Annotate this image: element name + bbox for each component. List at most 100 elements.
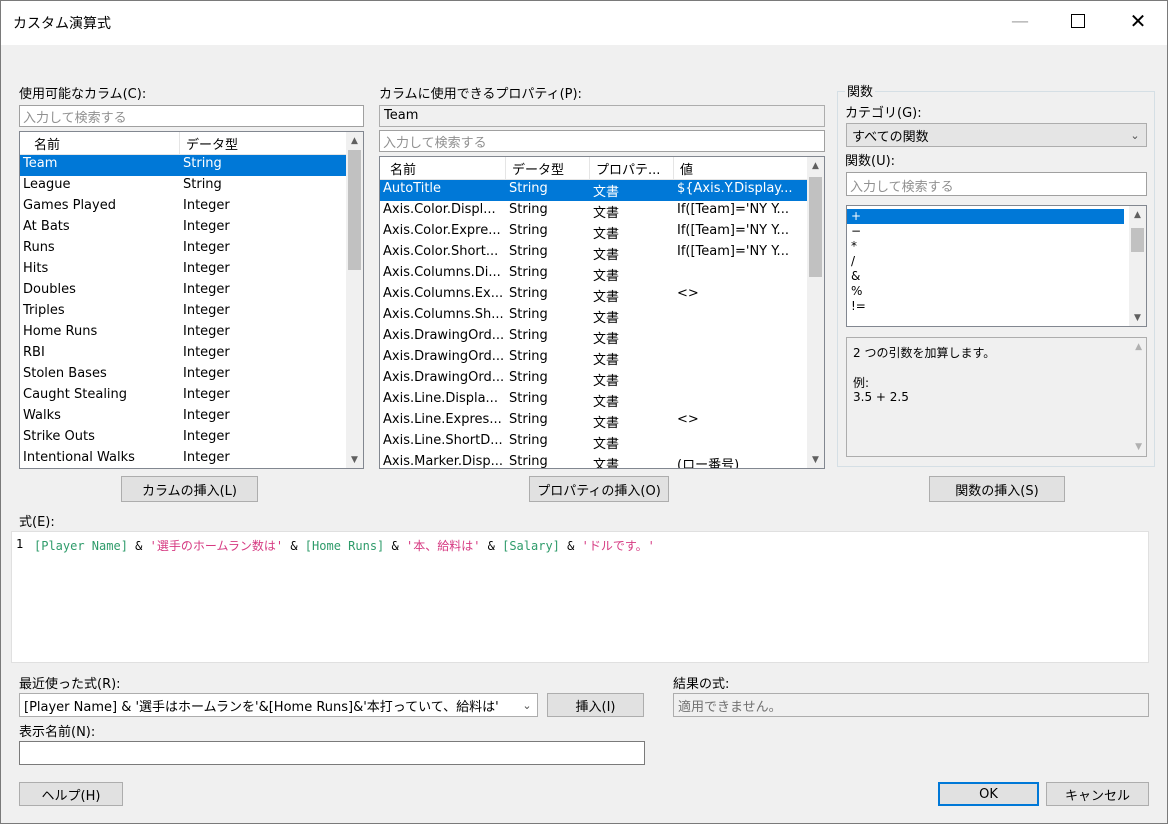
scroll-thumb[interactable] bbox=[348, 150, 361, 270]
scroll-down-icon[interactable]: ▼ bbox=[1129, 309, 1146, 326]
insert-function-button[interactable]: 関数の挿入(S) bbox=[929, 476, 1065, 502]
properties-list[interactable]: 名前 データ型 プロパテ... 値 AutoTitle String 文書 ${Axi… bbox=[379, 156, 825, 469]
property-cell: If([Team]='NY Y... bbox=[677, 202, 789, 217]
function-item[interactable]: & bbox=[847, 269, 1124, 284]
property-cell: Axis.Columns.Di... bbox=[383, 265, 501, 280]
column-row[interactable]: Strike Outs Integer bbox=[20, 428, 347, 449]
functions-scrollbar[interactable]: ▲ ▼ bbox=[1129, 206, 1146, 326]
column-row[interactable]: Runs Integer bbox=[20, 239, 347, 260]
insert-property-button[interactable]: プロパティの挿入(O) bbox=[529, 476, 669, 502]
property-cell: String bbox=[509, 412, 548, 427]
property-row[interactable]: Axis.DrawingOrd... String 文書 bbox=[380, 369, 808, 390]
column-row[interactable]: Hits Integer bbox=[20, 260, 347, 281]
property-cell: Axis.Marker.Disp... bbox=[383, 454, 504, 469]
property-cell: Axis.Color.Short... bbox=[383, 244, 499, 259]
recent-select[interactable]: [Player Name] & '選手はホームランを'&[Home Runs]&… bbox=[19, 693, 538, 717]
property-cell: 文書 bbox=[593, 206, 620, 221]
insert-column-button[interactable]: カラムの挿入(L) bbox=[121, 476, 258, 502]
function-item[interactable]: != bbox=[847, 299, 1124, 314]
scroll-up-icon[interactable]: ▲ bbox=[1129, 206, 1146, 223]
properties-header-property[interactable]: プロパテ... bbox=[590, 157, 674, 179]
function-item[interactable]: / bbox=[847, 254, 1124, 269]
columns-list[interactable]: 名前 データ型 Team String League String Games Play… bbox=[19, 131, 364, 469]
columns-header-type[interactable]: データ型 bbox=[180, 132, 347, 154]
column-row[interactable]: Doubles Integer bbox=[20, 281, 347, 302]
function-item[interactable]: + bbox=[847, 209, 1124, 224]
help-button[interactable]: ヘルプ(H) bbox=[19, 782, 123, 806]
scroll-down-icon[interactable]: ▼ bbox=[346, 451, 363, 468]
property-row[interactable]: AutoTitle String 文書 ${Axis.Y.Display... bbox=[380, 180, 808, 201]
property-row[interactable]: Axis.DrawingOrd... String 文書 bbox=[380, 327, 808, 348]
expression-editor[interactable]: 1 [Player Name] & '選手のホームラン数は' & [Home R… bbox=[11, 531, 1149, 663]
display-name-input[interactable] bbox=[19, 741, 645, 765]
column-row[interactable]: Home Runs Integer bbox=[20, 323, 347, 344]
function-item[interactable]: * bbox=[847, 239, 1124, 254]
property-row[interactable]: Axis.Marker.Disp... String 文書 (ロー番号) bbox=[380, 453, 808, 469]
property-row[interactable]: Axis.Color.Displ... String 文書 If([Team]='NY… bbox=[380, 201, 808, 222]
functions-list[interactable]: + − * / &% != ▲ ▼ bbox=[846, 205, 1147, 327]
property-row[interactable]: Axis.Line.Displa... String 文書 bbox=[380, 390, 808, 411]
property-cell: String bbox=[509, 370, 548, 385]
property-cell: String bbox=[509, 265, 548, 280]
scroll-thumb[interactable] bbox=[1131, 228, 1144, 252]
column-row[interactable]: Caught Stealing Integer bbox=[20, 386, 347, 407]
property-row[interactable]: Axis.Columns.Ex... String 文書 <> bbox=[380, 285, 808, 306]
properties-header-type[interactable]: データ型 bbox=[506, 157, 590, 179]
function-item[interactable]: % bbox=[847, 284, 1124, 299]
columns-header-name[interactable]: 名前 bbox=[20, 132, 180, 154]
expression-token: '本、給料は' bbox=[405, 539, 481, 553]
column-row[interactable]: League String bbox=[20, 176, 347, 197]
property-row[interactable]: Axis.Columns.Di... String 文書 bbox=[380, 264, 808, 285]
column-row[interactable]: At Bats Integer bbox=[20, 218, 347, 239]
cancel-button[interactable]: キャンセル bbox=[1046, 782, 1149, 806]
property-row[interactable]: Axis.DrawingOrd... String 文書 bbox=[380, 348, 808, 369]
property-cell: ${Axis.Y.Display... bbox=[677, 181, 793, 196]
column-row[interactable]: Walks Integer bbox=[20, 407, 347, 428]
column-row[interactable]: Team String bbox=[20, 155, 347, 176]
property-cell: 文書 bbox=[593, 185, 620, 200]
property-cell: String bbox=[509, 328, 548, 343]
scroll-up-icon[interactable]: ▲ bbox=[807, 157, 824, 174]
column-row[interactable]: Triples Integer bbox=[20, 302, 347, 323]
property-cell: 文書 bbox=[593, 374, 620, 389]
scroll-down-icon[interactable]: ▼ bbox=[807, 451, 824, 468]
close-icon[interactable]: ✕ bbox=[1115, 1, 1161, 41]
column-cell: League bbox=[23, 177, 71, 192]
category-select[interactable]: すべての関数 ⌄ bbox=[846, 123, 1147, 147]
recent-insert-button[interactable]: 挿入(I) bbox=[547, 693, 644, 717]
expression-label: 式(E): bbox=[19, 515, 55, 530]
column-cell: Walks bbox=[23, 408, 61, 423]
properties-search-input[interactable]: 入力して検索する bbox=[379, 130, 825, 152]
ok-button[interactable]: OK bbox=[938, 782, 1039, 806]
property-cell: String bbox=[509, 391, 548, 406]
functions-search-input[interactable]: 入力して検索する bbox=[846, 172, 1147, 196]
properties-header-name[interactable]: 名前 bbox=[380, 157, 506, 179]
scroll-up-icon[interactable]: ▲ bbox=[346, 132, 363, 149]
column-row[interactable]: Stolen Bases Integer bbox=[20, 365, 347, 386]
property-cell: Axis.Columns.Ex... bbox=[383, 286, 504, 301]
property-row[interactable]: Axis.Line.ShortD... String 文書 bbox=[380, 432, 808, 453]
columns-search-input[interactable]: 入力して検索する bbox=[19, 105, 364, 127]
properties-header-value[interactable]: 値 bbox=[674, 157, 808, 179]
property-cell: Axis.Color.Displ... bbox=[383, 202, 496, 217]
column-row[interactable]: Intentional Walks Integer bbox=[20, 449, 347, 468]
scroll-thumb[interactable] bbox=[809, 177, 822, 277]
minimize-icon[interactable]: — bbox=[997, 1, 1043, 41]
function-item[interactable]: − bbox=[847, 224, 1124, 239]
property-cell: Axis.Columns.Sh... bbox=[383, 307, 504, 322]
properties-scrollbar[interactable]: ▲ ▼ bbox=[807, 157, 824, 468]
maximize-icon[interactable] bbox=[1055, 1, 1101, 41]
column-row[interactable]: RBI Integer bbox=[20, 344, 347, 365]
property-row[interactable]: Axis.Line.Expres... String 文書 <> bbox=[380, 411, 808, 432]
expression-token: & bbox=[559, 539, 582, 553]
column-row[interactable]: Games Played Integer bbox=[20, 197, 347, 218]
property-row[interactable]: Axis.Columns.Sh... String 文書 bbox=[380, 306, 808, 327]
scroll-up-icon: ▲ bbox=[1135, 342, 1142, 352]
column-cell: RBI bbox=[23, 345, 45, 360]
category-label: カテゴリ(G): bbox=[845, 106, 922, 121]
property-row[interactable]: Axis.Color.Expre... String 文書 If([Team]='NY… bbox=[380, 222, 808, 243]
property-cell: 文書 bbox=[593, 416, 620, 431]
property-row[interactable]: Axis.Color.Short... String 文書 If([Team]='NY… bbox=[380, 243, 808, 264]
expression-line-number: 1 bbox=[16, 537, 24, 551]
columns-scrollbar[interactable]: ▲ ▼ bbox=[346, 132, 363, 468]
